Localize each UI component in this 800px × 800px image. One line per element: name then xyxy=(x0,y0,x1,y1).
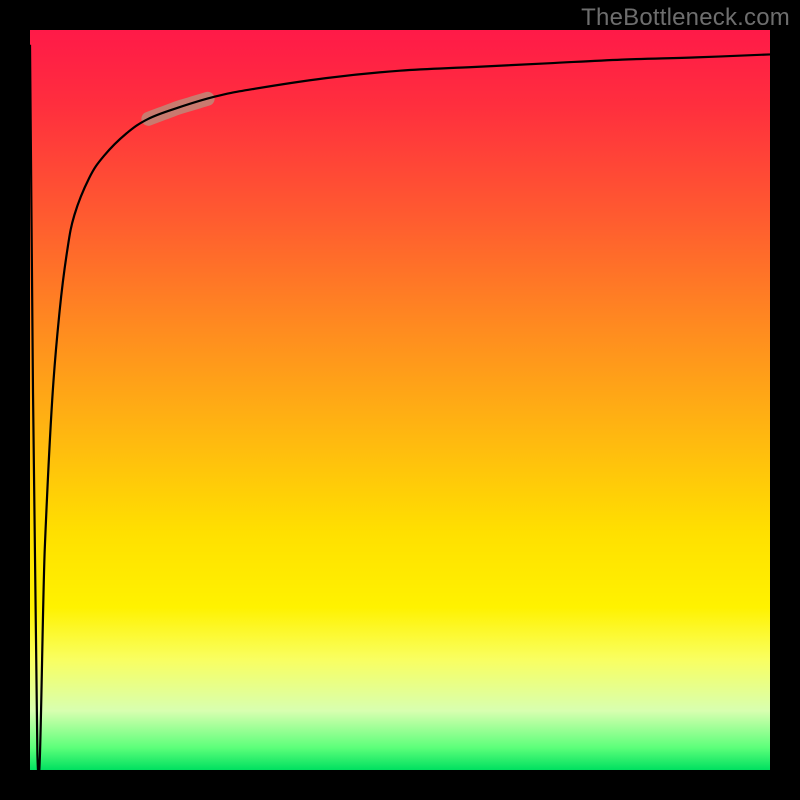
curve-layer xyxy=(30,30,770,770)
attribution-label: TheBottleneck.com xyxy=(581,4,790,32)
curve-path xyxy=(30,45,770,776)
chart-stage: TheBottleneck.com xyxy=(0,0,800,800)
